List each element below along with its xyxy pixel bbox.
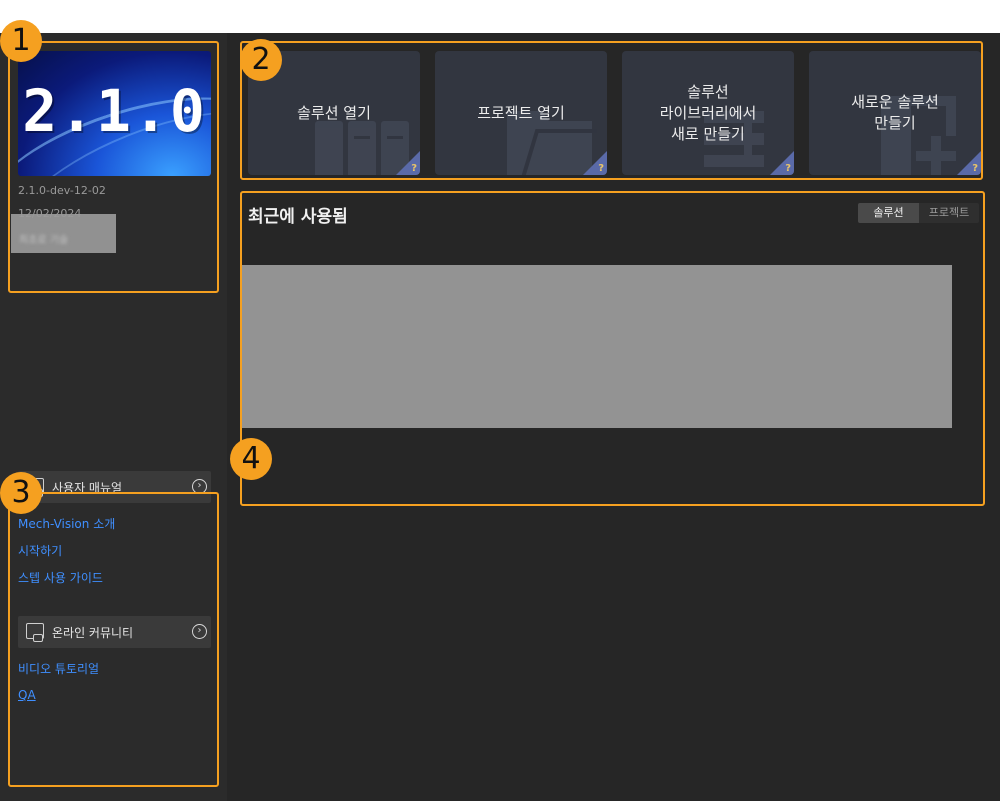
window-top-bar bbox=[0, 0, 1000, 33]
callout-badge-4: 4 bbox=[230, 438, 272, 480]
callout-outline-4 bbox=[240, 191, 985, 506]
callout-badge-3: 3 bbox=[0, 472, 42, 514]
callout-badge-2: 2 bbox=[240, 39, 282, 81]
callout-outline-2 bbox=[240, 41, 983, 180]
callout-outline-3 bbox=[8, 492, 219, 787]
callout-badge-1: 1 bbox=[0, 20, 42, 62]
callout-outline-1 bbox=[8, 41, 219, 293]
